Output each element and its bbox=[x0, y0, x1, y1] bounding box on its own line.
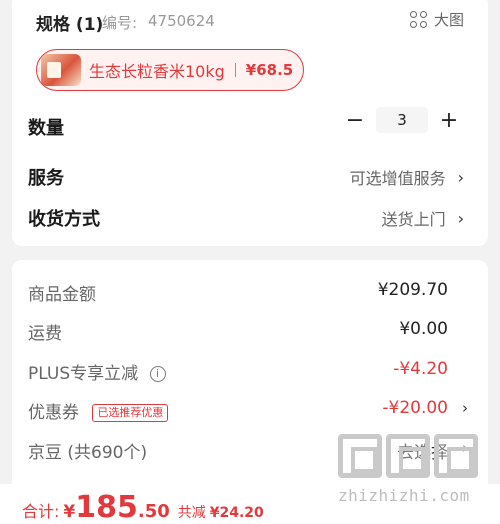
watermark-text: zhizhizhi.com bbox=[338, 486, 470, 505]
coupon-value[interactable]: -¥20.00 bbox=[382, 398, 448, 418]
spec-code-value: 4750624 bbox=[148, 12, 215, 30]
saved-label: 共减 bbox=[177, 505, 206, 521]
coupon-label: 优惠券 bbox=[28, 403, 79, 423]
spec-card: 规格 (1) 编号: 4750624 大图 生态长粒香米10kg ¥68.5 数… bbox=[12, 0, 488, 246]
saved-value: ¥24.20 bbox=[209, 505, 264, 521]
delivery-value: 送货上门 bbox=[381, 210, 446, 229]
total-decimal: .50 bbox=[137, 501, 170, 522]
total-currency: ¥ bbox=[63, 502, 76, 522]
grid-icon bbox=[409, 10, 428, 29]
info-icon[interactable]: i bbox=[149, 366, 166, 382]
quantity-input[interactable]: 3 bbox=[376, 107, 428, 133]
chevron-right-icon[interactable]: › bbox=[462, 399, 468, 417]
plus-discount-row: PLUS专享立减 i bbox=[28, 359, 166, 384]
total-integer: 185 bbox=[75, 490, 138, 524]
product-thumbnail bbox=[41, 54, 81, 86]
watermark: zhizhizhi.com bbox=[338, 434, 490, 516]
quantity-label: 数量 bbox=[28, 118, 64, 139]
spec-title: 规格 (1) bbox=[36, 15, 104, 35]
service-selector[interactable]: 可选增值服务 › bbox=[350, 165, 464, 189]
spec-option-price: ¥68.5 bbox=[245, 61, 294, 79]
plus-discount-label: PLUS专享立减 bbox=[28, 364, 139, 384]
minus-button[interactable]: − bbox=[344, 107, 366, 133]
service-value: 可选增值服务 bbox=[349, 169, 446, 188]
spec-option-name: 生态长粒香米10kg bbox=[89, 62, 225, 81]
coupon-row: 优惠券 已选推荐优惠 bbox=[28, 398, 169, 423]
watermark-logo bbox=[338, 434, 490, 478]
shipping-value: ¥0.00 bbox=[399, 319, 448, 339]
shipping-label: 运费 bbox=[28, 324, 62, 344]
delivery-selector[interactable]: 送货上门 › bbox=[382, 206, 464, 230]
total-label: 合计: bbox=[22, 502, 60, 521]
plus-button[interactable]: + bbox=[438, 107, 460, 133]
delivery-label: 收货方式 bbox=[28, 209, 100, 230]
spec-code-label: 编号: bbox=[102, 14, 138, 32]
quantity-stepper: − 3 + bbox=[344, 107, 460, 133]
coupon-badge: 已选推荐优惠 bbox=[92, 404, 169, 422]
jd-beans-label: 京豆 (共690个) bbox=[28, 443, 148, 463]
chevron-right-icon: › bbox=[457, 208, 464, 228]
big-pic-label: 大图 bbox=[433, 11, 464, 29]
chip-divider bbox=[234, 63, 236, 77]
goods-amount-label: 商品金额 bbox=[28, 285, 96, 305]
spec-option-chip[interactable]: 生态长粒香米10kg ¥68.5 bbox=[36, 49, 304, 91]
big-pic-button[interactable]: 大图 bbox=[409, 9, 464, 30]
plus-discount-value: -¥4.20 bbox=[393, 359, 448, 379]
chevron-right-icon: › bbox=[457, 167, 464, 187]
goods-amount-value: ¥209.70 bbox=[377, 280, 448, 300]
service-label: 服务 bbox=[28, 168, 64, 189]
